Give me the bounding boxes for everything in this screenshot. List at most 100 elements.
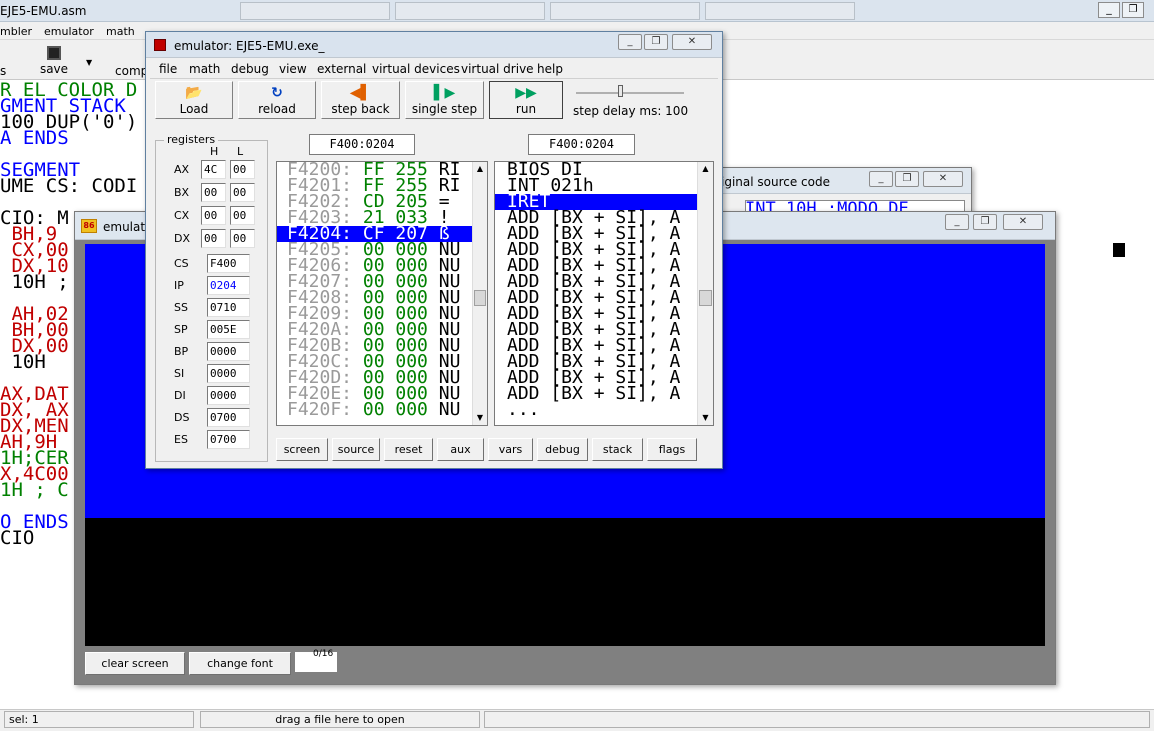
h-column-label: H [210, 145, 219, 158]
register-es-value[interactable]: 0700 [207, 430, 250, 449]
menu-file[interactable]: file [159, 62, 177, 76]
dump-row[interactable]: F420F: 00 000 NU [277, 399, 487, 420]
save-button[interactable]: save [36, 44, 72, 78]
register-ss-value[interactable]: 0710 [207, 298, 250, 317]
screen-button[interactable]: screen [276, 438, 328, 461]
editor-menu-emulator[interactable]: emulator [44, 25, 94, 38]
menu-virtual-devices[interactable]: virtual devices [372, 62, 460, 76]
minimize-icon[interactable]: _ [869, 171, 893, 187]
register-label-si: SI [174, 367, 185, 380]
minimize-icon[interactable]: _ [1098, 2, 1120, 18]
editor-menu-assembler[interactable]: mbler [0, 25, 32, 38]
restore-icon[interactable]: ❐ [1122, 2, 1144, 18]
disassembly-list[interactable]: BIOS DI INT 021h IRET ADD [BX + SI], A ADD [… [494, 161, 714, 426]
aux-button[interactable]: aux [437, 438, 484, 461]
reset-button[interactable]: reset [384, 438, 433, 461]
register-bx-high[interactable]: 00 [201, 183, 226, 202]
run-button[interactable]: ▶▶ run [489, 81, 563, 119]
emulator-title: emulator: EJE5-EMU.exe_ [174, 39, 325, 53]
register-si-value[interactable]: 0000 [207, 364, 250, 383]
register-di-value[interactable]: 0000 [207, 386, 250, 405]
restore-icon[interactable]: ❐ [895, 171, 919, 187]
register-bp-value[interactable]: 0000 [207, 342, 250, 361]
dump-scrollbar[interactable]: ▲ ▼ [472, 162, 487, 425]
clear-screen-button[interactable]: clear screen [85, 652, 185, 675]
step-delay-label: step delay ms: 100 [573, 104, 689, 118]
emulator-app-icon [154, 39, 166, 51]
register-ax-high[interactable]: 4C [201, 160, 226, 179]
menu-virtual-drive[interactable]: virtual drive [461, 62, 534, 76]
source-button[interactable]: source [332, 438, 380, 461]
menu-debug[interactable]: debug [231, 62, 269, 76]
register-ds-value[interactable]: 0700 [207, 408, 250, 427]
disasm-address-field[interactable]: F400:0204 [528, 134, 635, 155]
register-label-es: ES [174, 433, 188, 446]
taskbar-tab[interactable] [705, 2, 855, 20]
register-ax-low[interactable]: 00 [230, 160, 255, 179]
register-cx-low[interactable]: 00 [230, 206, 255, 225]
dump-address: F400:0204 [329, 137, 395, 151]
dump-address-field[interactable]: F400:0204 [309, 134, 415, 155]
taskbar-tab[interactable] [395, 2, 545, 20]
taskbar-tab[interactable] [240, 2, 390, 20]
close-icon[interactable]: ✕ [1003, 214, 1043, 230]
menu-view[interactable]: view [279, 62, 307, 76]
register-bx-low[interactable]: 00 [230, 183, 255, 202]
scroll-up-icon[interactable]: ▲ [473, 162, 487, 176]
step-delay-slider-track[interactable] [576, 92, 684, 94]
minimize-icon[interactable]: _ [618, 34, 642, 50]
register-cs-value[interactable]: F400 [207, 254, 250, 273]
taskbar-tab[interactable] [550, 2, 700, 20]
status-empty [484, 711, 1150, 728]
scroll-thumb[interactable] [699, 290, 712, 306]
minimize-icon[interactable]: _ [945, 214, 969, 230]
source-line: CIO [0, 527, 35, 549]
change-font-label: change font [207, 657, 273, 670]
compile-button-label[interactable]: comp [115, 64, 148, 78]
restore-icon[interactable]: ❐ [644, 34, 668, 50]
scroll-up-icon[interactable]: ▲ [698, 162, 713, 176]
register-ip-value[interactable]: 0204 [207, 276, 250, 295]
editor-menu-math[interactable]: math [106, 25, 135, 38]
scroll-thumb[interactable] [474, 290, 486, 306]
change-font-button[interactable]: change font [189, 652, 291, 675]
single-step-button[interactable]: ▌▶ single step [405, 81, 484, 119]
editor-title: EJE5-EMU.asm [0, 4, 87, 18]
load-label: Load [179, 102, 209, 116]
register-sp-value[interactable]: 005E [207, 320, 250, 339]
flags-button[interactable]: flags [647, 438, 697, 461]
register-label-bp: BP [174, 345, 189, 358]
reload-button[interactable]: ↻ reload [238, 81, 316, 119]
disasm-row[interactable]: ... [495, 401, 713, 419]
menu-external[interactable]: external [317, 62, 366, 76]
scroll-down-icon[interactable]: ▼ [473, 411, 487, 425]
cursor-marker [1113, 243, 1125, 257]
close-icon[interactable]: ✕ [923, 171, 963, 187]
menu-help[interactable]: help [537, 62, 563, 76]
run-label: run [515, 102, 537, 116]
reload-icon: ↻ [271, 85, 283, 101]
memory-dump-list[interactable]: F4200: FF 255 RI F4201: FF 255 RI F4202: C… [276, 161, 488, 426]
close-icon[interactable]: ✕ [672, 34, 712, 50]
disasm-scrollbar[interactable]: ▲ ▼ [697, 162, 713, 425]
original-source-title: iginal source code [721, 175, 830, 189]
stack-button[interactable]: stack [592, 438, 643, 461]
step-back-button[interactable]: ◀▌ step back [321, 81, 400, 119]
screen-display-black [85, 518, 1045, 646]
new-button-label[interactable]: s [0, 64, 6, 78]
menu-math[interactable]: math [189, 62, 220, 76]
load-button[interactable]: 📂 Load [155, 81, 233, 119]
vars-button[interactable]: vars [488, 438, 533, 461]
chevron-down-icon[interactable]: ▼ [86, 58, 92, 67]
step-delay-slider-thumb[interactable] [618, 85, 623, 97]
restore-icon[interactable]: ❐ [973, 214, 997, 230]
debug-button[interactable]: debug [537, 438, 588, 461]
floppy-icon [47, 46, 61, 60]
register-dx-low[interactable]: 00 [230, 229, 255, 248]
register-cx-high[interactable]: 00 [201, 206, 226, 225]
register-label-di: DI [174, 389, 186, 402]
scroll-down-icon[interactable]: ▼ [698, 411, 713, 425]
register-dx-high[interactable]: 00 [201, 229, 226, 248]
